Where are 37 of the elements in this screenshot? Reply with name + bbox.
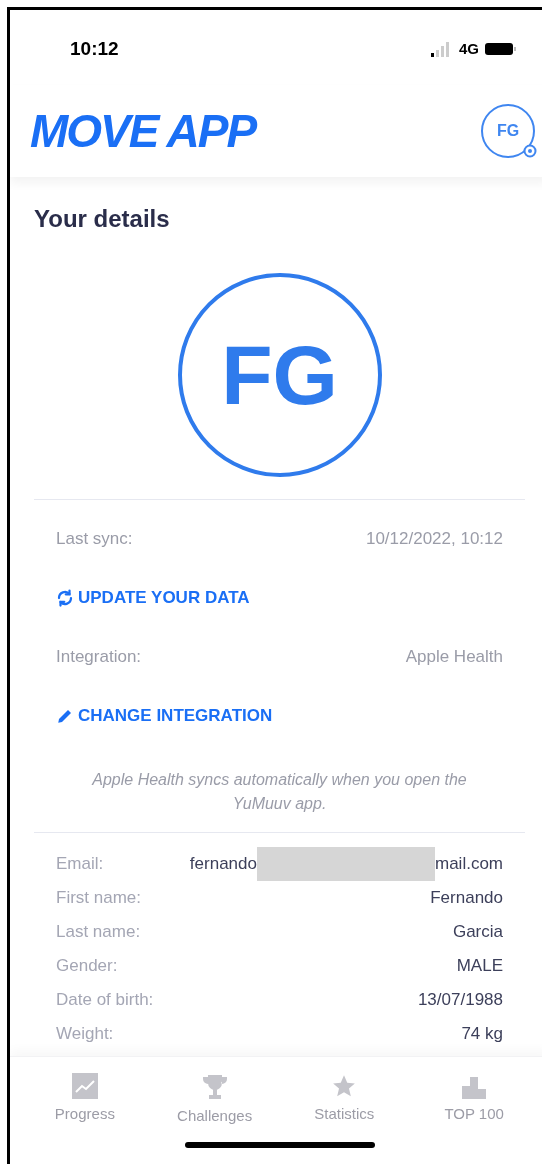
tab-bar-item[interactable]: TOP 100 bbox=[419, 1073, 530, 1128]
field-value: MALE bbox=[456, 955, 503, 978]
field-label: Gender: bbox=[56, 955, 118, 978]
trophy-icon bbox=[200, 1073, 229, 1101]
field-label: Integration: bbox=[56, 646, 142, 669]
field-value: Apple Health bbox=[405, 646, 503, 669]
field-label: Date of birth: bbox=[56, 989, 154, 1012]
tab-bar-item[interactable]: Progress bbox=[29, 1073, 140, 1128]
field-value: Fernando bbox=[430, 887, 503, 910]
page-title: Your details bbox=[34, 204, 171, 234]
chart-icon bbox=[71, 1073, 98, 1099]
action-link[interactable]: UPDATE YOUR DATA bbox=[56, 585, 250, 611]
field-label: First name: bbox=[56, 887, 142, 910]
field-label: Last sync: bbox=[56, 528, 133, 551]
profile-avatar: FG bbox=[177, 273, 382, 477]
field-value: mail.com bbox=[435, 853, 503, 876]
settings-badge-icon bbox=[523, 144, 537, 158]
field-label: Last name: bbox=[56, 921, 141, 944]
pencil-icon bbox=[56, 707, 74, 725]
status-time: 10:12 bbox=[70, 36, 119, 61]
field-value: fernando bbox=[189, 853, 257, 876]
field-value: Garcia bbox=[452, 921, 503, 944]
field-value: 13/07/1988 bbox=[417, 989, 503, 1012]
network-label: 4G bbox=[459, 38, 479, 59]
field-label: Email: bbox=[56, 853, 104, 876]
field-value: 10/12/2022, 10:12 bbox=[365, 528, 503, 551]
star-icon bbox=[331, 1073, 358, 1099]
field-label: Weight: bbox=[56, 1023, 114, 1046]
tab-bar-item[interactable]: Statistics bbox=[289, 1073, 400, 1128]
app-logo: MOVE APP bbox=[30, 108, 256, 154]
avatar-button[interactable]: FG bbox=[481, 104, 535, 158]
sync-note: Apple Health syncs automatically when you open the YuMuuv app. bbox=[90, 770, 468, 814]
action-link[interactable]: CHANGE INTEGRATION bbox=[56, 703, 273, 729]
battery-icon bbox=[485, 42, 517, 56]
tab-bar-item[interactable]: Challenges bbox=[159, 1073, 270, 1128]
field-value: 74 kg bbox=[461, 1023, 503, 1046]
refresh-icon bbox=[56, 589, 74, 607]
